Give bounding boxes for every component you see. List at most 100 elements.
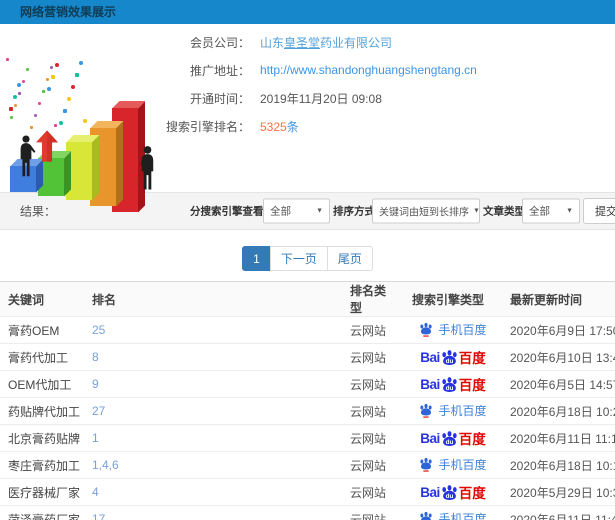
chevron-down-icon: ▼ [473, 207, 480, 215]
rank-type-cell: 云网站 [342, 316, 404, 344]
engine-type-cell: Bai du 百度 [404, 370, 502, 398]
field-engine-rank: 搜索引擎排名： 5325条 [160, 112, 615, 140]
businessman-figure-left [20, 135, 36, 177]
engine-rank-label: 搜索引擎排名： [165, 119, 250, 134]
businessman-figure-right [140, 146, 154, 190]
next-page-button[interactable]: 下一页 [269, 246, 328, 271]
page-1-button[interactable]: 1 [242, 246, 271, 271]
rank-type-cell: 云网站 [342, 397, 404, 425]
confetti-dot [22, 80, 25, 83]
up-arrow-icon [36, 130, 58, 162]
table-row: 北京膏药贴牌 1 云网站 Bai du 百度 2020年6月11日 11:18 [0, 424, 615, 452]
rank-type-cell: 云网站 [342, 370, 404, 398]
confetti-dot [34, 114, 37, 117]
engine-type-cell: 手机百度 [404, 451, 502, 479]
field-open-time: 开通时间： 2019年11月20日 09:08 [160, 84, 615, 112]
table-row: 菏泽膏药厂家 17 云网站 手机百度 2020年6月11日 11:40 [0, 505, 615, 520]
rank-type-cell: 云网站 [342, 451, 404, 479]
last-page-button[interactable]: 尾页 [326, 246, 373, 271]
rank-type-cell: 云网站 [342, 343, 404, 371]
sort-select[interactable]: 关键词由短到长排序 ▼ [372, 198, 480, 224]
article-type-select[interactable]: 全部 ▼ [522, 198, 580, 224]
field-promo-url: 推广地址： http://www.shandonghuangshengtang.… [160, 56, 615, 84]
update-time-cell: 2020年6月18日 10:25 [502, 397, 615, 425]
field-member-company: 会员公司： 山东皇圣堂药业有限公司 [160, 28, 615, 56]
svg-text:du: du [445, 385, 453, 392]
svg-text:du: du [445, 358, 453, 365]
chevron-down-icon: ▼ [316, 207, 323, 215]
confetti-dot [14, 104, 17, 107]
confetti-dot [46, 78, 49, 81]
confetti-dot [9, 107, 13, 111]
results-table: 关键词 排名 排名类型 搜索引擎类型 最新更新时间 膏药OEM 25 云网站 手机百… [0, 281, 615, 520]
keyword-cell: OEM代加工 [0, 370, 84, 398]
confetti-dot [10, 116, 13, 119]
rank-cell: 27 [84, 397, 342, 425]
pagination-area: 1 下一页 尾页 [0, 230, 615, 281]
table-row: 膏药代加工 8 云网站 Bai du 百度 2020年6月10日 13:40 [0, 343, 615, 371]
baidu-paw-icon [420, 403, 433, 418]
baidu-paw-icon: du [442, 430, 457, 446]
engine-view-selected-value: 全部 [270, 205, 291, 218]
engine-view-select[interactable]: 全部 ▼ [263, 198, 330, 224]
engine-rank-count: 5325 [260, 119, 287, 134]
engine-type-cell: 手机百度 [404, 505, 502, 520]
keyword-cell: 膏药OEM [0, 316, 84, 344]
confetti-dot [55, 63, 59, 67]
promo-url-link[interactable]: http://www.shandonghuangshengtang.cn [260, 63, 477, 77]
table-row: 膏药OEM 25 云网站 手机百度 2020年6月9日 17:50 [0, 316, 615, 344]
update-time-cell: 2020年6月18日 10:19 [502, 451, 615, 479]
window-titlebar: 网络营销效果展示 [0, 0, 615, 24]
confetti-dot [18, 92, 21, 95]
rank-type-cell: 云网站 [342, 478, 404, 506]
table-header-row: 关键词 排名 排名类型 搜索引擎类型 最新更新时间 [0, 281, 615, 317]
info-section: 会员公司： 山东皇圣堂药业有限公司 推广地址： http://www.shand… [0, 24, 615, 212]
mobile-baidu-logo: 手机百度 [419, 510, 487, 520]
confetti-dot [51, 75, 55, 79]
baidu-logo-cn: 百度 [458, 486, 486, 501]
table-row: 药贴牌代加工 27 云网站 手机百度 2020年6月18日 10:25 [0, 397, 615, 425]
confetti-dot [50, 66, 53, 69]
rank-cell: 25 [84, 316, 342, 344]
company-name-highlight: 皇圣堂 [284, 35, 321, 50]
pagination: 1 下一页 尾页 [242, 246, 373, 271]
rank-cell: 9 [84, 370, 342, 398]
confetti-dot [67, 97, 71, 101]
keyword-cell: 药贴牌代加工 [0, 397, 84, 425]
confetti-dot [59, 121, 63, 125]
sort-selected-value: 关键词由短到长排序 [379, 207, 469, 219]
submit-button[interactable]: 提交 [583, 198, 615, 224]
result-label: 结果： [20, 204, 57, 219]
mobile-baidu-label: 手机百度 [438, 457, 487, 472]
mobile-baidu-logo: 手机百度 [419, 456, 487, 473]
keyword-cell: 北京膏药贴牌 [0, 424, 84, 452]
baidu-paw-icon: du [442, 484, 457, 500]
rank-cell: 1 [84, 424, 342, 452]
table-row: OEM代加工 9 云网站 Bai du 百度 2020年6月5日 14:57 [0, 370, 615, 398]
mobile-baidu-logo: 手机百度 [419, 402, 487, 419]
confetti-dot [42, 90, 45, 93]
svg-text:du: du [445, 439, 453, 446]
baidu-paw-icon [420, 457, 433, 472]
growth-chart-illustration [0, 54, 185, 214]
update-time-cell: 2020年6月5日 14:57 [502, 370, 615, 398]
baidu-paw-icon [420, 322, 433, 337]
confetti-dot [17, 83, 21, 87]
engine-rank-unit: 条 [286, 119, 299, 134]
rank-cell: 8 [84, 343, 342, 371]
mobile-baidu-label: 手机百度 [438, 511, 487, 520]
keyword-cell: 枣庄膏药加工 [0, 451, 84, 479]
baidu-logo: Bai du 百度 [420, 482, 486, 502]
rank-cell: 4 [84, 478, 342, 506]
confetti-dot [83, 119, 87, 123]
baidu-paw-icon [420, 511, 433, 520]
update-time-cell: 2020年6月9日 17:50 [502, 316, 615, 344]
confetti-dot [71, 85, 75, 89]
table-row: 医疗器械厂家 4 云网站 Bai du 百度 2020年5月29日 10:32 [0, 478, 615, 506]
confetti-dot [30, 126, 33, 129]
keyword-cell: 菏泽膏药厂家 [0, 505, 84, 520]
company-link[interactable]: 山东皇圣堂药业有限公司 [260, 36, 392, 50]
engine-type-cell: Bai du 百度 [404, 478, 502, 506]
engine-type-cell: 手机百度 [404, 397, 502, 425]
mobile-baidu-label: 手机百度 [438, 322, 487, 337]
